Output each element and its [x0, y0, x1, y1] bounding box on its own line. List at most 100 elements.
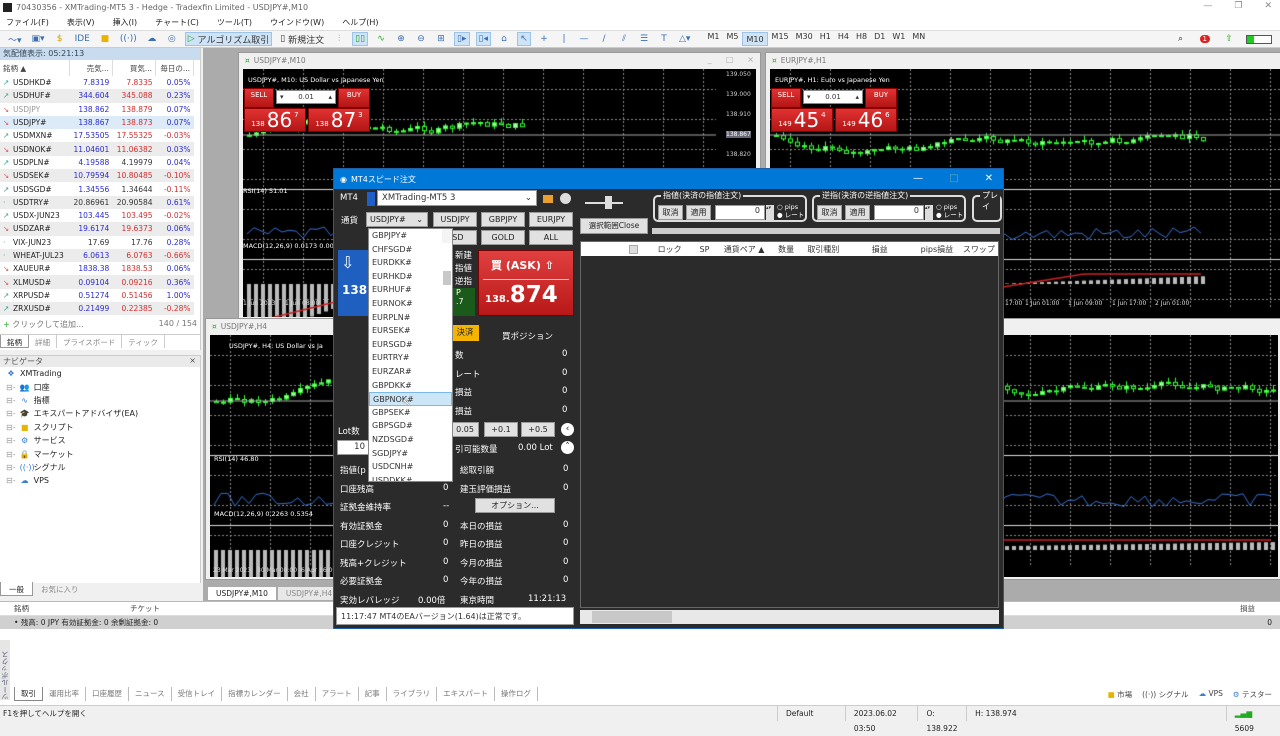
range-close-button[interactable]: 選択範囲Close — [580, 218, 648, 234]
dropdown-option[interactable]: EURSEK# — [369, 324, 452, 338]
spinner-arrows-icon[interactable]: ▴▾ — [766, 205, 774, 220]
collapse-up-icon[interactable]: ˄ — [561, 441, 574, 454]
dropdown-option[interactable]: EURNOK# — [369, 297, 452, 311]
rate-radio[interactable]: ● レート — [936, 211, 963, 219]
menu-tools[interactable]: ツール(T) — [217, 17, 252, 28]
dialog-close-button[interactable]: ✕ — [985, 173, 993, 184]
autoscroll-icon[interactable]: ▯▸ — [454, 32, 470, 46]
notifications-icon[interactable]: 1 — [1198, 32, 1212, 46]
positions-col-header[interactable]: スワップ — [960, 244, 998, 255]
market-watch-row[interactable]: ↗ USDHUF# 344.604 345.088 0.23% — [0, 89, 194, 103]
price-spinner[interactable]: 0 — [874, 205, 924, 220]
lot-up-icon[interactable]: ▴ — [855, 93, 859, 101]
positions-col-header[interactable]: ロック — [648, 244, 692, 255]
buy-price[interactable]: 149 46 6 — [835, 108, 897, 132]
toolbox-tab[interactable]: ニュース — [129, 687, 172, 701]
folder-icon[interactable] — [543, 195, 553, 203]
toolbox-tab[interactable]: 操作ログ — [495, 687, 538, 701]
pips-radio[interactable]: ○ pips — [777, 203, 804, 211]
market-watch-row[interactable]: ↗ USDHKD# 7.8319 7.8335 0.05% — [0, 76, 194, 89]
dropdown-option[interactable]: USDCNH# — [369, 460, 452, 474]
toolbox-side-label[interactable]: ツールボックス — [0, 640, 10, 700]
sell-price[interactable]: 149 45 4 — [771, 108, 833, 132]
market-watch-row[interactable]: ↗ USDX-JUN23 103.445 103.495 -0.02% — [0, 209, 194, 222]
server-select[interactable]: XMTrading-MT5 3 ⌄ — [377, 190, 537, 206]
select-all-checkbox[interactable] — [629, 244, 638, 254]
col-price[interactable]: 価格 — [980, 603, 1240, 614]
market-watch-row[interactable]: ↘ USDSEK# 10.79594 10.80485 -0.10% — [0, 169, 194, 183]
symbol-select[interactable]: USDJPY# ⌄ — [366, 212, 428, 227]
sell-bid-button[interactable]: ⇩ 138 — [338, 250, 368, 316]
positions-col-header[interactable]: 数量 — [771, 244, 802, 255]
dropdown-option[interactable]: EURHKD# — [369, 270, 452, 284]
tab-symbols[interactable]: 銘柄 — [0, 335, 29, 349]
buy-price[interactable]: 138 87 3 — [308, 108, 370, 132]
dropdown-option[interactable]: EURZAR# — [369, 365, 452, 379]
slider-thumb[interactable] — [605, 196, 612, 209]
lot-input[interactable]: ▾ 0.01 ▴ — [803, 90, 863, 104]
dropdown-option[interactable]: EURTRY# — [369, 351, 452, 365]
timeframe-M5[interactable]: M5 — [723, 32, 741, 46]
trendline-icon[interactable]: / — [597, 32, 611, 46]
tab-general[interactable]: 一般 — [0, 582, 33, 596]
menu-view[interactable]: 表示(V) — [67, 17, 95, 28]
new-chart-icon[interactable]: 〜▾ — [6, 32, 24, 46]
market-watch-row[interactable]: · WHEAT-JUL23 6.0613 6.0763 -0.66% — [0, 248, 194, 263]
menu-file[interactable]: ファイル(F) — [6, 17, 49, 28]
market-watch-row[interactable]: ↗ USDMXN# 17.53505 17.55325 -0.03% — [0, 129, 194, 142]
dropdown-option[interactable]: EURHUF# — [369, 283, 452, 297]
dialog-minimize-button[interactable]: — — [913, 173, 923, 184]
toolbox-tab[interactable]: アラート — [316, 687, 359, 701]
price-spinner[interactable]: 0 — [715, 205, 765, 220]
dropdown-scrollbar[interactable] — [442, 229, 452, 243]
col-symbol[interactable]: 銘柄 ▲ — [0, 60, 70, 76]
timeframe-W1[interactable]: W1 — [889, 32, 908, 46]
market-watch-row[interactable]: ↘ XLMUSD# 0.09104 0.09216 0.36% — [0, 275, 194, 289]
col-bid[interactable]: 売気... — [69, 60, 113, 76]
menu-window[interactable]: ウインドウ(W) — [270, 17, 324, 28]
market-link[interactable]: ■ 市場 — [1108, 689, 1132, 700]
positions-col-header[interactable]: 取引種別 — [801, 244, 845, 255]
timeframe-M30[interactable]: M30 — [793, 32, 816, 46]
signals-icon[interactable]: ((·)) — [118, 32, 139, 46]
close-button[interactable]: ✕ — [1264, 1, 1272, 11]
option-button[interactable]: オプション... — [475, 498, 555, 513]
quick-symbol-button[interactable]: ALL — [529, 230, 573, 245]
nav-item[interactable]: ⊟- ☁ VPS — [0, 474, 200, 487]
lot-input[interactable]: ▾ 0.01 ▴ — [276, 90, 336, 104]
tab-favorites[interactable]: お気に入り — [33, 582, 87, 596]
col-profit[interactable]: 損益 — [1240, 603, 1255, 614]
menu-chart[interactable]: チャート(C) — [155, 17, 199, 28]
tab-details[interactable]: 詳細 — [29, 335, 57, 349]
text-icon[interactable]: T — [657, 32, 671, 46]
tab-price-board[interactable]: プライスボード — [57, 335, 123, 349]
nav-item[interactable]: ⊟- ■ スクリプト — [0, 421, 200, 434]
chart-minimize-button[interactable]: _ — [708, 55, 712, 64]
dropdown-option[interactable]: GBPJPY# — [369, 229, 452, 243]
maximize-button[interactable]: ❐ — [1234, 1, 1242, 11]
dropdown-option[interactable]: GBPSGD# — [369, 419, 452, 433]
market-watch-row[interactable]: ↘ USDNOK# 11.04601 11.06382 0.03% — [0, 142, 194, 156]
quick-symbol-button[interactable]: USDJPY — [433, 212, 477, 227]
market-watch-row[interactable]: ↗ USDSGD# 1.34556 1.34644 -0.11% — [0, 182, 194, 195]
timeframe-D1[interactable]: D1 — [871, 32, 888, 46]
search-icon[interactable]: ⌕ — [1174, 32, 1188, 46]
toolbox-tab[interactable]: 記事 — [359, 687, 387, 701]
toolbox-tab[interactable]: 運用比率 — [43, 687, 86, 701]
profiles-icon[interactable]: ▣▾ — [30, 32, 47, 46]
dropdown-option[interactable]: CHFSGD# — [369, 243, 452, 257]
toolbox-tab[interactable]: ライブラリ — [387, 687, 438, 701]
screenshot-icon[interactable]: ⌂ — [497, 32, 511, 46]
dropdown-option[interactable]: EURSGD# — [369, 338, 452, 352]
menu-help[interactable]: ヘルプ(H) — [342, 17, 378, 28]
sell-button[interactable]: SELL — [244, 88, 274, 108]
dropdown-option[interactable]: EURPLN# — [369, 311, 452, 325]
chart-maximize-button[interactable]: □ — [726, 55, 734, 64]
target-icon[interactable]: ◎ — [165, 32, 179, 46]
col-change[interactable]: 毎日の... — [155, 60, 194, 76]
dropdown-option[interactable]: USDDKK# — [369, 474, 452, 481]
market-watch-row[interactable]: ↗ XRPUSD# 0.51274 0.51456 1.00% — [0, 289, 194, 302]
timeframe-M1[interactable]: M1 — [704, 32, 722, 46]
zoom-out-icon[interactable]: ⊖ — [414, 32, 428, 46]
vps-icon[interactable]: ☁ — [145, 32, 159, 46]
